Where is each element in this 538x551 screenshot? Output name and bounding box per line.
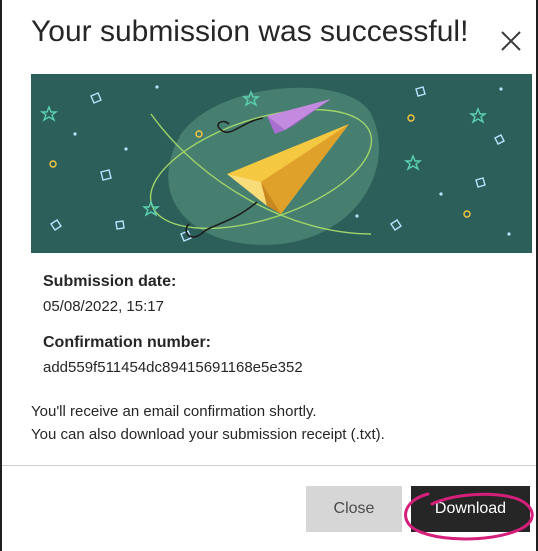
- notice-line-email: You'll receive an email confirmation sho…: [31, 403, 317, 420]
- notice-line-receipt: You can also download your submission re…: [31, 426, 385, 443]
- dialog-title: Your submission was successful!: [31, 15, 469, 48]
- submission-details: Submission date: 05/08/2022, 15:17 Confi…: [43, 272, 513, 378]
- submission-date-label: Submission date:: [43, 273, 177, 290]
- download-button[interactable]: Download: [411, 486, 530, 532]
- close-icon[interactable]: [498, 28, 524, 54]
- dialog-header: Your submission was successful!: [2, 0, 536, 74]
- confirmation-number-label: Confirmation number:: [43, 334, 211, 351]
- success-illustration: [31, 74, 532, 253]
- notice-text: You'll receive an email confirmation sho…: [31, 400, 521, 446]
- close-button[interactable]: Close: [306, 486, 402, 532]
- submission-dialog: Your submission was successful! Submissi…: [0, 0, 538, 551]
- confirmation-number-value: add559f511454dc89415691168e5e352: [43, 359, 303, 376]
- submission-date-value: 05/08/2022, 15:17: [43, 298, 164, 315]
